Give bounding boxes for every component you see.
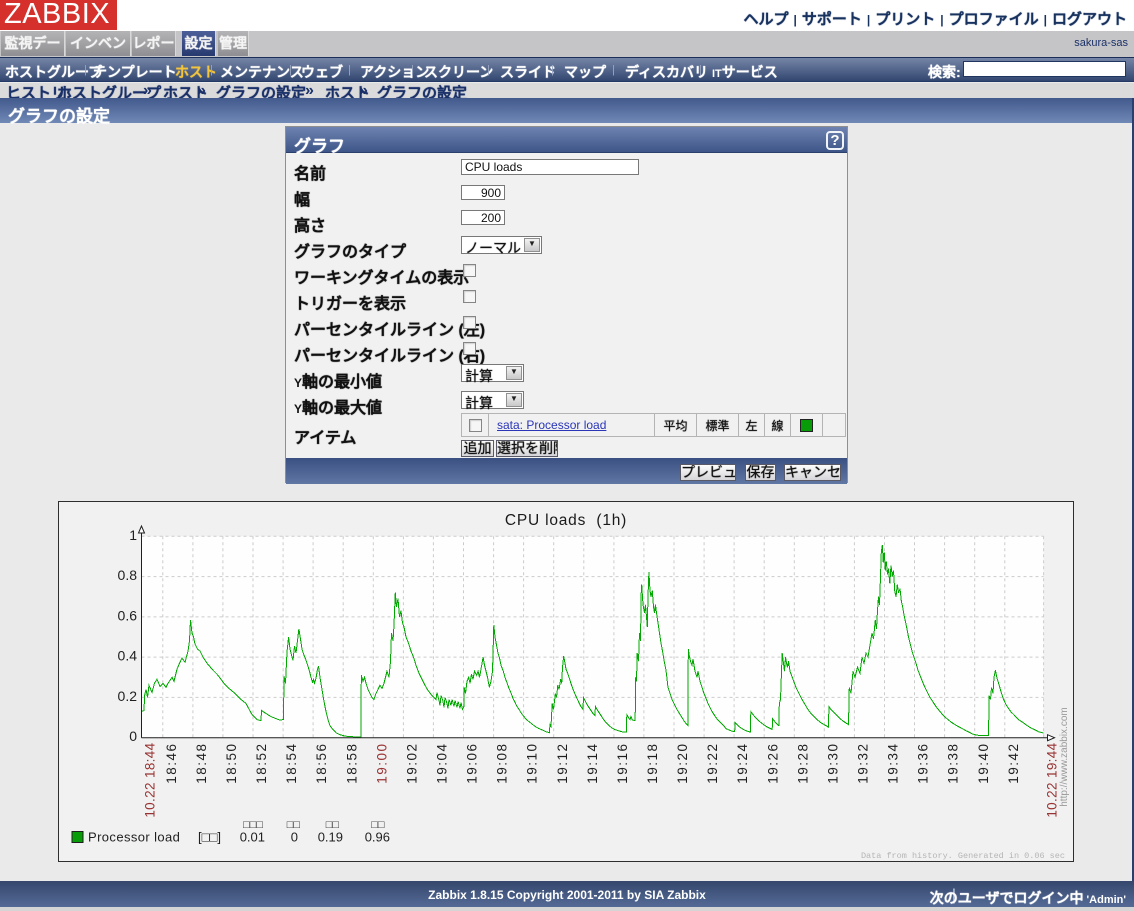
- svg-text:0.8: 0.8: [118, 567, 138, 583]
- svg-text:19:28: 19:28: [795, 743, 810, 784]
- svg-text:10.22 19:44: 10.22 19:44: [1045, 742, 1060, 817]
- svg-text:18:58: 18:58: [344, 743, 359, 784]
- svg-text:19:26: 19:26: [765, 743, 780, 784]
- svg-text:0.96: 0.96: [365, 830, 390, 845]
- svg-text:0.2: 0.2: [118, 688, 138, 704]
- svg-text:0.6: 0.6: [118, 607, 138, 623]
- svg-text:19:06: 19:06: [465, 743, 480, 784]
- svg-text:0.01: 0.01: [240, 830, 265, 845]
- svg-text:19:22: 19:22: [705, 743, 720, 784]
- svg-text:Data from history. Generated i: Data from history. Generated in 0.06 sec: [861, 851, 1065, 861]
- svg-text:19:00: 19:00: [374, 743, 389, 784]
- svg-text:18:54: 18:54: [284, 743, 299, 784]
- svg-text:[□□]: [□□]: [198, 830, 221, 845]
- svg-text:19:04: 19:04: [434, 743, 449, 784]
- svg-text:1: 1: [129, 527, 137, 543]
- svg-text:0: 0: [291, 830, 298, 845]
- svg-text:19:14: 19:14: [585, 743, 600, 784]
- svg-text:19:32: 19:32: [855, 743, 870, 784]
- svg-text:0.19: 0.19: [318, 830, 343, 845]
- svg-text:19:30: 19:30: [825, 743, 840, 784]
- svg-text:http://www.zabbix.com: http://www.zabbix.com: [1059, 707, 1070, 806]
- svg-text:19:12: 19:12: [555, 743, 570, 784]
- svg-text:CPU loads (1h): CPU loads (1h): [505, 512, 627, 529]
- svg-text:19:42: 19:42: [1006, 743, 1021, 784]
- svg-text:Processor load: Processor load: [88, 830, 180, 845]
- svg-text:19:40: 19:40: [976, 743, 991, 784]
- svg-text:19:38: 19:38: [946, 743, 961, 784]
- svg-text:18:48: 18:48: [194, 743, 209, 784]
- svg-text:18:52: 18:52: [254, 743, 269, 784]
- svg-text:19:36: 19:36: [916, 743, 931, 784]
- svg-text:19:18: 19:18: [645, 743, 660, 784]
- svg-text:18:56: 18:56: [314, 743, 329, 784]
- svg-text:19:16: 19:16: [615, 743, 630, 784]
- svg-text:19:02: 19:02: [404, 743, 419, 784]
- svg-text:19:34: 19:34: [886, 743, 901, 784]
- svg-text:18:50: 18:50: [224, 743, 239, 784]
- svg-text:10.22 18:44: 10.22 18:44: [143, 742, 158, 817]
- svg-text:19:20: 19:20: [675, 743, 690, 784]
- svg-text:0: 0: [129, 728, 137, 744]
- svg-text:19:08: 19:08: [495, 743, 510, 784]
- svg-text:18:46: 18:46: [164, 743, 179, 784]
- svg-text:0.4: 0.4: [118, 648, 138, 664]
- svg-text:19:24: 19:24: [735, 743, 750, 784]
- svg-text:19:10: 19:10: [525, 743, 540, 784]
